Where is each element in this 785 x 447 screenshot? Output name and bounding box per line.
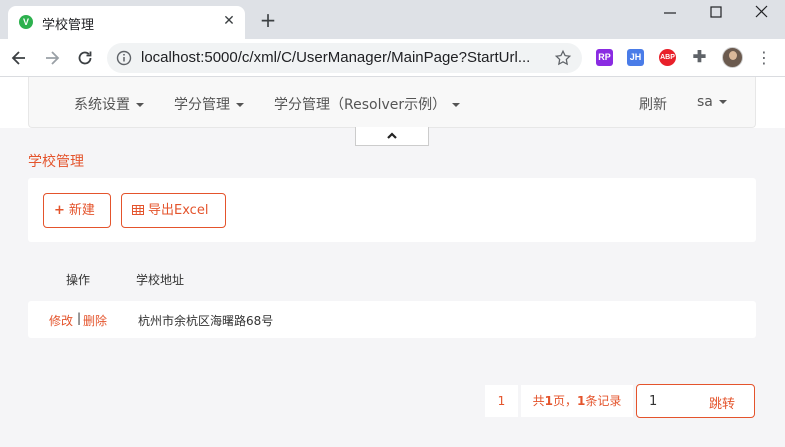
new-tab-icon[interactable]: + [258, 10, 278, 30]
row-separator: | [77, 311, 82, 325]
tab-title: 学校管理 [42, 17, 95, 32]
bookmark-star-icon[interactable] [554, 49, 572, 67]
minimize-icon[interactable] [660, 3, 680, 23]
url-text: localhost:5000/c/xml/C/UserManager/MainP… [141, 49, 531, 66]
chevron-down-icon [136, 103, 144, 107]
reload-icon[interactable] [75, 48, 95, 68]
table-icon [132, 205, 144, 215]
chevron-down-icon [236, 103, 244, 107]
nav-credit-management-resolver[interactable]: 学分管理（Resolver示例） [274, 94, 461, 114]
jh-extension-icon[interactable]: JH [627, 49, 644, 66]
top-navbar: 系统设置 学分管理 学分管理（Resolver示例） 刷新 sa [28, 77, 756, 128]
nav-system-settings[interactable]: 系统设置 [74, 94, 144, 114]
browser-tab[interactable]: V 学校管理 ✕ [8, 6, 245, 39]
back-arrow-icon[interactable] [9, 48, 29, 68]
plus-icon: + [54, 203, 65, 218]
chevron-down-icon [452, 103, 461, 107]
collapse-navbar-toggle[interactable] [355, 127, 429, 146]
page-content: 系统设置 学分管理 学分管理（Resolver示例） 刷新 sa 学校管理 + 新… [0, 77, 785, 447]
export-excel-button[interactable]: 导出Excel [121, 193, 226, 228]
jump-button[interactable]: 跳转 [709, 393, 735, 412]
forward-arrow-icon[interactable] [42, 48, 62, 68]
column-header-address: 学校地址 [136, 273, 185, 287]
pager-current-page[interactable]: 1 [485, 385, 518, 417]
column-header-actions: 操作 [66, 273, 91, 287]
table-row: 修改 | 删除 杭州市余杭区海曙路68号 [28, 301, 756, 338]
close-tab-icon[interactable]: ✕ [221, 13, 237, 29]
pager-jump-group: 跳转 [636, 384, 755, 418]
site-favicon-icon: V [19, 15, 33, 29]
extensions-puzzle-icon[interactable]: ✚ [691, 49, 708, 66]
maximize-icon[interactable] [706, 3, 726, 23]
new-button[interactable]: + 新建 [43, 193, 111, 228]
window-close-icon[interactable] [752, 3, 772, 23]
user-menu[interactable]: sa [697, 94, 727, 110]
site-info-icon[interactable] [116, 50, 132, 66]
delete-link[interactable]: 删除 [83, 312, 107, 329]
action-panel: + 新建 导出Excel [28, 178, 756, 242]
refresh-link[interactable]: 刷新 [639, 94, 667, 114]
edit-link[interactable]: 修改 [49, 312, 73, 329]
nav-credit-management[interactable]: 学分管理 [174, 94, 244, 114]
address-bar[interactable]: localhost:5000/c/xml/C/UserManager/MainP… [107, 43, 582, 73]
page-number-input[interactable] [637, 385, 697, 417]
adblock-extension-icon[interactable]: ABP [659, 49, 676, 66]
browser-toolbar: localhost:5000/c/xml/C/UserManager/MainP… [0, 39, 785, 77]
browser-tabstrip: V 学校管理 ✕ + [0, 0, 785, 39]
browser-menu-icon[interactable]: ⋮ [756, 48, 772, 68]
profile-avatar[interactable] [722, 47, 743, 68]
page-title: 学校管理 [28, 154, 84, 170]
pager-summary: 共1页，1条记录 [521, 385, 633, 417]
school-address-cell: 杭州市余杭区海曙路68号 [138, 314, 274, 328]
chevron-up-icon [387, 132, 397, 139]
rp-extension-icon[interactable]: RP [596, 49, 613, 66]
chevron-down-icon [718, 100, 727, 104]
